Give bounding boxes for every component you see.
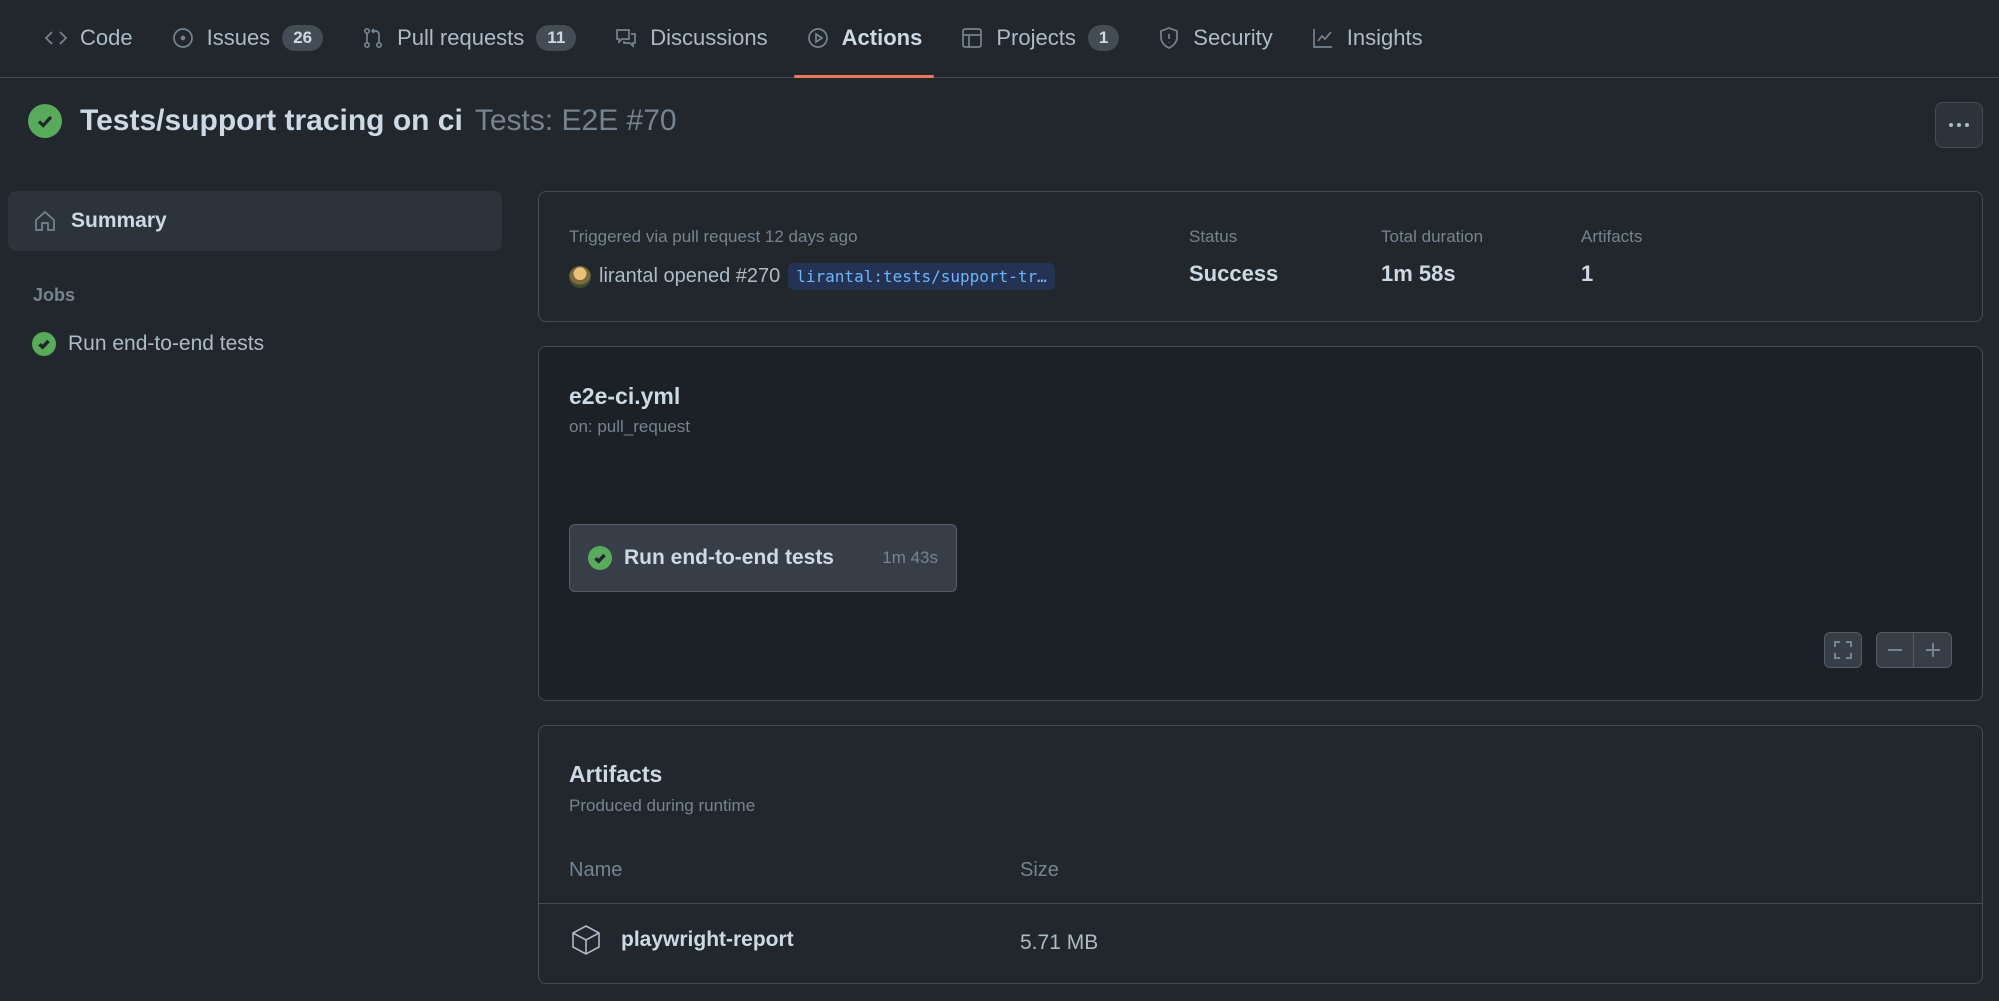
artifact-size: 5.71 MB [1020, 931, 1099, 954]
workflow-graph-card: e2e-ci.yml on: pull_request Run end-to-e… [538, 346, 1983, 701]
tab-discussions[interactable]: Discussions [602, 0, 779, 77]
table-row[interactable]: playwright-report [569, 923, 794, 957]
artifacts-meta: Artifacts 1 [1581, 227, 1642, 287]
sidebar: Summary Jobs Run end-to-end tests [8, 191, 502, 356]
trigger-text: Triggered via pull request 12 days ago [569, 227, 858, 246]
tab-label: Security [1193, 25, 1273, 50]
minus-icon [1888, 649, 1902, 651]
trigger-line: lirantal opened #270 lirantal:tests/supp… [569, 263, 1055, 290]
tab-label: Actions [841, 25, 923, 50]
home-icon [35, 210, 55, 231]
screen-full-icon [1834, 641, 1852, 659]
tab-label: Insights [1346, 25, 1423, 50]
play-icon [806, 26, 830, 50]
kebab-horizontal-icon [1949, 123, 1953, 127]
status-label: Status [1189, 227, 1238, 246]
sidebar-item-label: Run end-to-end tests [68, 332, 265, 355]
graph-controls [1824, 632, 1952, 668]
duration-label: Total duration [1381, 227, 1484, 246]
job-node[interactable]: Run end-to-end tests 1m 43s [569, 524, 957, 592]
page-title: Tests/support tracing on ci [80, 104, 463, 137]
artifacts-subtitle: Produced during runtime [569, 796, 756, 815]
zoom-group [1876, 632, 1952, 668]
issue-opened-icon [171, 26, 195, 50]
workflow-file-name[interactable]: e2e-ci.yml [569, 383, 680, 410]
run-header: Tests/support tracing on ci Tests: E2E #… [28, 104, 677, 138]
column-header-size: Size [1020, 859, 1059, 881]
artifacts-count[interactable]: 1 [1581, 261, 1642, 287]
tab-code[interactable]: Code [32, 0, 145, 77]
zoom-out-button[interactable] [1876, 632, 1914, 668]
branch-label[interactable]: lirantal:tests/support-tr… [788, 263, 1055, 290]
shield-icon [1157, 26, 1181, 50]
job-node-duration: 1m 43s [882, 548, 938, 567]
artifacts-card: Artifacts Produced during runtime Name S… [538, 725, 1983, 984]
divider [539, 903, 1982, 904]
artifact-name-link[interactable]: playwright-report [621, 928, 794, 952]
artifacts-title: Artifacts [569, 761, 663, 787]
more-options-button[interactable] [1935, 102, 1983, 148]
zoom-in-button[interactable] [1914, 632, 1952, 668]
duration-value: 1m 58s [1381, 261, 1456, 286]
tab-insights[interactable]: Insights [1299, 0, 1435, 77]
git-pull-request-icon [361, 26, 385, 50]
tab-label: Issues [206, 25, 271, 50]
sidebar-item-job[interactable]: Run end-to-end tests [32, 332, 502, 356]
graph-icon [1311, 26, 1335, 50]
tab-actions[interactable]: Actions [793, 0, 935, 78]
issues-count-badge: 26 [282, 25, 324, 51]
tab-label: Discussions [650, 25, 768, 50]
tab-pull-requests[interactable]: Pull requests 11 [349, 0, 588, 77]
projects-count-badge: 1 [1087, 25, 1120, 51]
tab-security[interactable]: Security [1145, 0, 1284, 77]
repo-nav: Code Issues 26 Pull requests 11 Discussi… [0, 0, 1999, 78]
check-circle-fill-icon [588, 546, 612, 570]
check-circle-fill-icon [32, 332, 56, 356]
jobs-heading: Jobs [33, 285, 76, 305]
duration-meta: Total duration 1m 58s [1381, 227, 1483, 287]
tab-projects[interactable]: Projects 1 [948, 0, 1131, 77]
sidebar-item-summary[interactable]: Summary [8, 191, 502, 251]
tab-label: Pull requests [397, 25, 525, 50]
fullscreen-button[interactable] [1824, 632, 1862, 668]
tab-label: Code [80, 25, 133, 50]
actor-link[interactable]: lirantal opened #270 [599, 265, 780, 288]
tab-issues[interactable]: Issues 26 [159, 0, 336, 77]
artifacts-label: Artifacts [1581, 227, 1643, 246]
table-icon [960, 26, 984, 50]
kebab-dot [1965, 123, 1969, 127]
comment-discussion-icon [614, 26, 638, 50]
plus-icon [1925, 643, 1940, 657]
run-info-card: Triggered via pull request 12 days ago l… [538, 191, 1983, 322]
pull-requests-count-badge: 11 [536, 25, 577, 51]
run-subtitle: Tests: E2E #70 [474, 104, 677, 137]
code-icon [44, 26, 68, 50]
sidebar-item-label: Summary [71, 209, 167, 232]
check-circle-fill-icon [28, 104, 62, 138]
tab-label: Projects [996, 25, 1076, 50]
kebab-dot [1957, 123, 1961, 127]
page: Code Issues 26 Pull requests 11 Discussi… [0, 0, 1999, 1001]
job-node-name: Run end-to-end tests [624, 546, 834, 569]
package-icon [572, 925, 600, 955]
status-value: Success [1189, 261, 1279, 286]
workflow-trigger: on: pull_request [569, 417, 690, 436]
status-meta: Status Success [1189, 227, 1278, 287]
avatar[interactable] [569, 265, 591, 288]
column-header-name: Name [569, 859, 623, 881]
